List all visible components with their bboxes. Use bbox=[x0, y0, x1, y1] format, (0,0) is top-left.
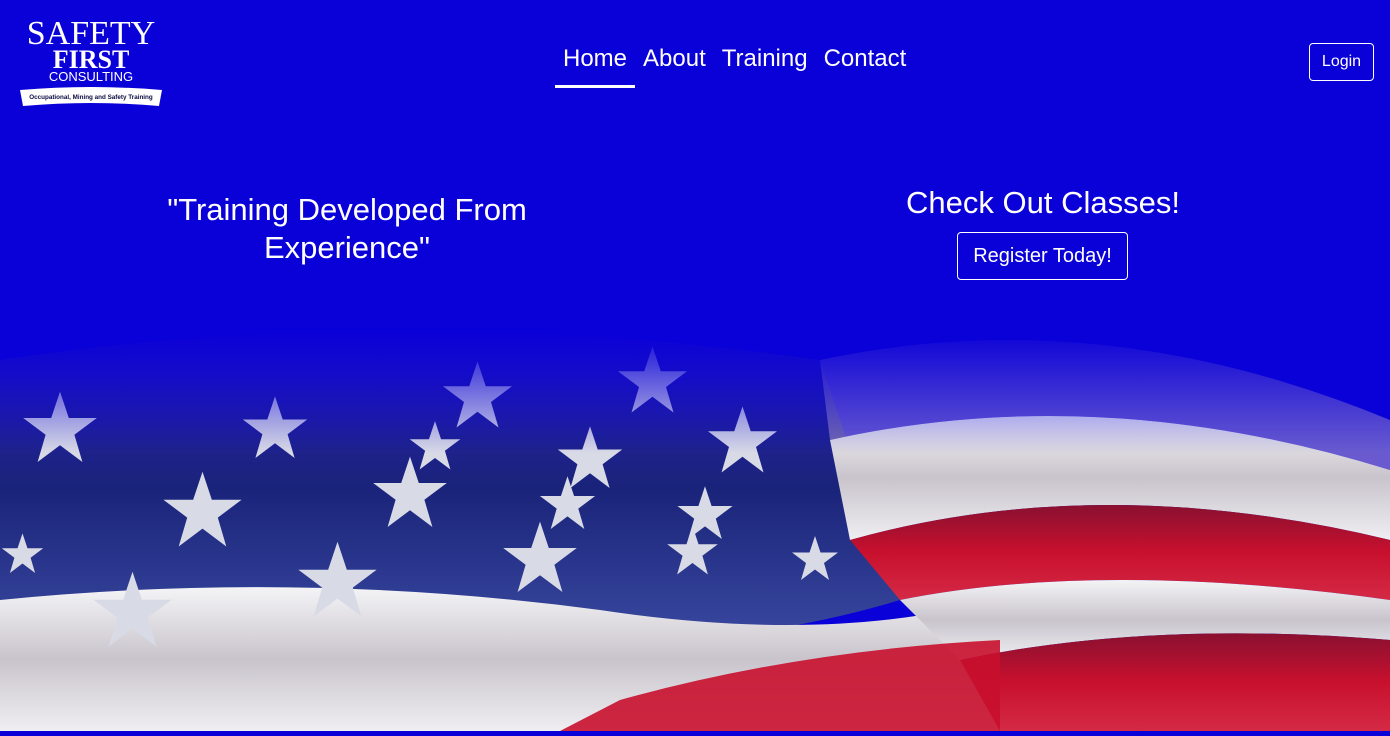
safety-first-logo[interactable]: SAFETY FIRST CONSULTING Occupational, Mi… bbox=[16, 14, 166, 110]
logo-line-consulting: CONSULTING bbox=[49, 69, 133, 84]
nav-contact[interactable]: Contact bbox=[816, 38, 915, 82]
login-button[interactable]: Login bbox=[1309, 43, 1374, 81]
main-nav: Home About Training Contact bbox=[555, 38, 914, 90]
nav-training[interactable]: Training bbox=[714, 38, 816, 82]
hero-tagline: "Training Developed From Experience" bbox=[167, 192, 527, 265]
logo-ribbon-text: Occupational, Mining and Safety Training bbox=[29, 94, 153, 101]
check-out-classes-heading: Check Out Classes! bbox=[906, 185, 1180, 220]
register-today-button[interactable]: Register Today! bbox=[957, 232, 1128, 280]
american-flag-background bbox=[0, 0, 1390, 731]
nav-about[interactable]: About bbox=[635, 38, 714, 82]
nav-home[interactable]: Home bbox=[555, 38, 636, 88]
